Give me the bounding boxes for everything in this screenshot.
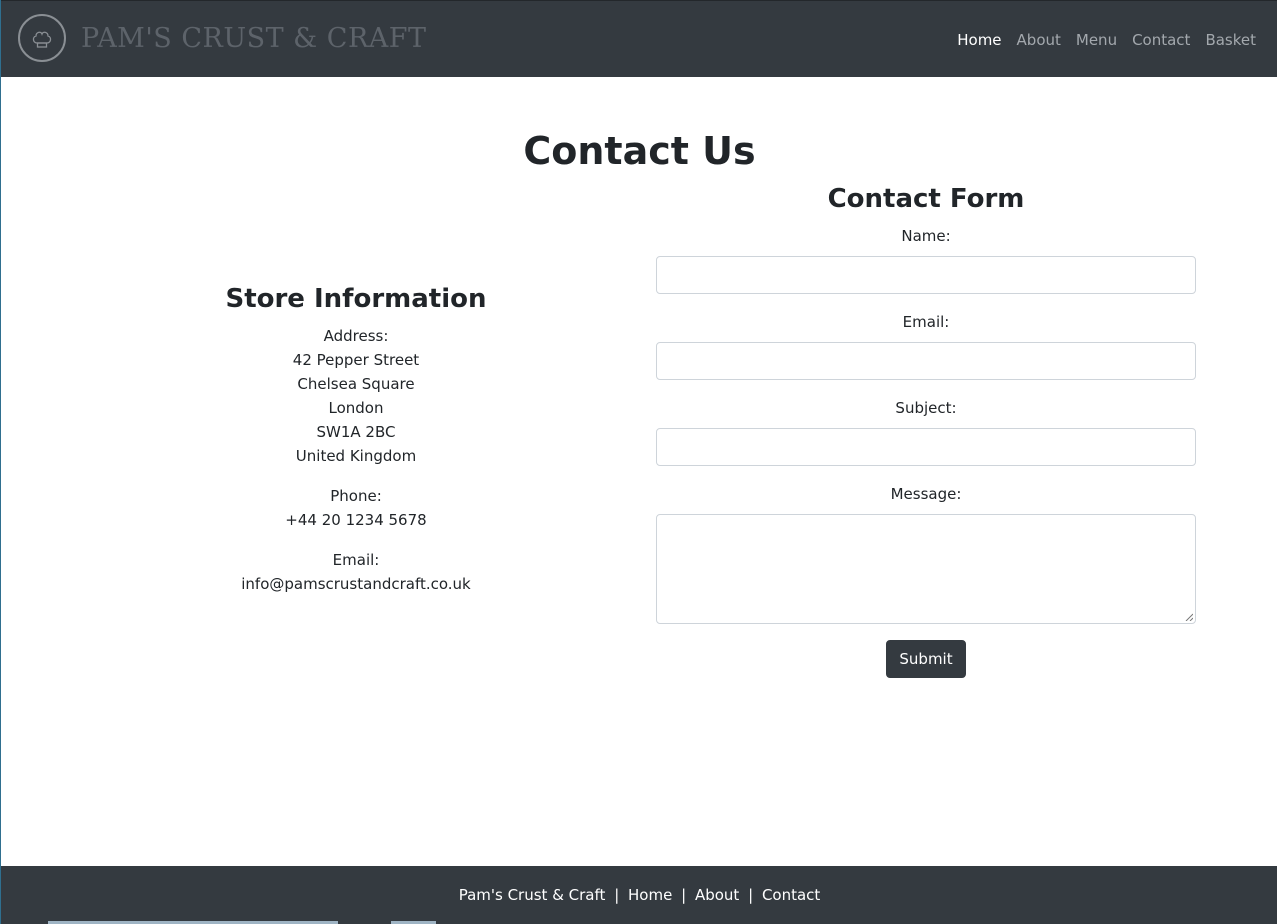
phone-label: Phone: bbox=[330, 487, 382, 505]
footer: Pam's Crust & Craft | Home | About | Con… bbox=[1, 866, 1277, 924]
nav-home[interactable]: Home bbox=[957, 29, 1001, 51]
footer-brand[interactable]: Pam's Crust & Craft bbox=[459, 886, 606, 904]
email-field[interactable] bbox=[656, 342, 1196, 380]
submit-button[interactable]: Submit bbox=[886, 640, 966, 678]
main-nav: Home About Menu Contact Basket bbox=[957, 29, 1256, 51]
form-heading: Contact Form bbox=[827, 184, 1025, 214]
email-label: Email: bbox=[332, 551, 380, 569]
address-line-5: United Kingdom bbox=[295, 447, 417, 465]
footer-separator: | bbox=[748, 886, 754, 904]
footer-link-about[interactable]: About bbox=[695, 886, 739, 904]
email-address: info@pamscrustandcraft.co.uk bbox=[241, 575, 471, 593]
name-field[interactable] bbox=[656, 256, 1196, 294]
email-label: Email: bbox=[902, 313, 950, 331]
subject-label: Subject: bbox=[895, 399, 957, 417]
name-label: Name: bbox=[901, 227, 951, 245]
contact-form: Contact Form Name: Email: Subject: Messa… bbox=[656, 180, 1196, 678]
nav-basket[interactable]: Basket bbox=[1205, 29, 1256, 51]
phone-block: Phone: +44 20 1234 5678 bbox=[86, 484, 626, 532]
footer-link-home[interactable]: Home bbox=[628, 886, 672, 904]
address-block: Address: 42 Pepper Street Chelsea Square… bbox=[86, 324, 626, 468]
email-block: Email: info@pamscrustandcraft.co.uk bbox=[86, 548, 626, 596]
nav-about[interactable]: About bbox=[1017, 29, 1061, 51]
address-line-4: SW1A 2BC bbox=[316, 423, 396, 441]
footer-link-contact[interactable]: Contact bbox=[762, 886, 820, 904]
page-title: Contact Us bbox=[523, 129, 756, 173]
address-label: Address: bbox=[323, 327, 389, 345]
address-line-2: Chelsea Square bbox=[297, 375, 415, 393]
subject-field[interactable] bbox=[656, 428, 1196, 466]
brand-name[interactable]: PAM'S CRUST & CRAFT bbox=[81, 23, 427, 55]
address-line-3: London bbox=[328, 399, 384, 417]
footer-separator: | bbox=[614, 886, 620, 904]
logo[interactable] bbox=[18, 14, 66, 62]
navbar: PAM'S CRUST & CRAFT Home About Menu Cont… bbox=[1, 0, 1277, 77]
resize-handle-icon[interactable] bbox=[1185, 613, 1193, 621]
message-field[interactable] bbox=[656, 514, 1196, 624]
address-line-1: 42 Pepper Street bbox=[292, 351, 420, 369]
footer-separator: | bbox=[681, 886, 687, 904]
store-heading: Store Information bbox=[225, 284, 487, 314]
store-information: Store Information Address: 42 Pepper Str… bbox=[86, 280, 626, 612]
nav-menu[interactable]: Menu bbox=[1076, 29, 1117, 51]
message-label: Message: bbox=[890, 485, 962, 503]
nav-contact[interactable]: Contact bbox=[1132, 29, 1190, 51]
phone-number: +44 20 1234 5678 bbox=[285, 511, 427, 529]
chef-hat-icon bbox=[32, 31, 52, 48]
